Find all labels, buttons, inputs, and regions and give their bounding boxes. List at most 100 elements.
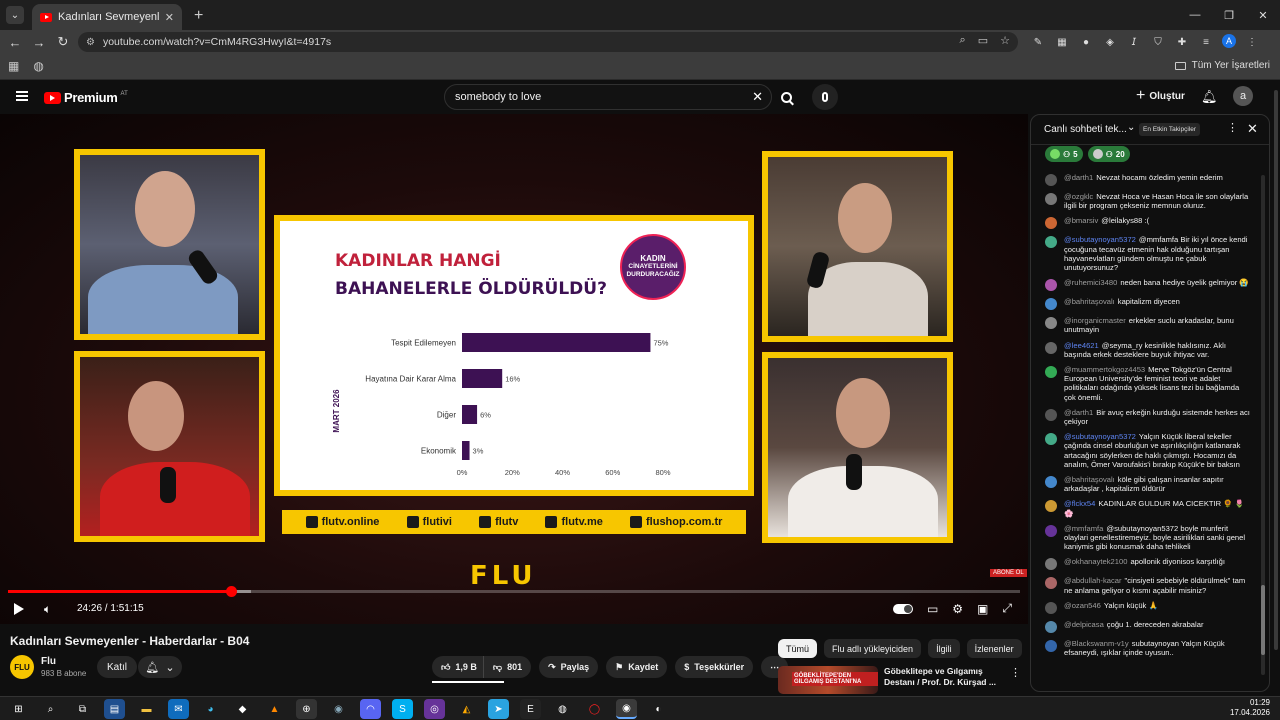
chat-more-icon[interactable]: ⋮ xyxy=(1227,121,1238,134)
taskbar-search-icon[interactable]: ⌕ xyxy=(40,699,61,719)
extension-shield-icon[interactable]: ⛉ xyxy=(1150,34,1166,50)
chat-author-name[interactable]: @delpicasa xyxy=(1064,620,1104,629)
reading-list-icon[interactable]: ≡ xyxy=(1198,34,1214,50)
chrome-icon[interactable]: ◉ xyxy=(616,699,637,719)
app-icon[interactable]: ◆ xyxy=(232,699,253,719)
youtube-logo[interactable]: Premium AT xyxy=(44,90,128,105)
voice-search-button[interactable] xyxy=(812,84,838,110)
chat-author-name[interactable]: @bmarsiv xyxy=(1064,216,1098,225)
steam-icon[interactable]: ◉ xyxy=(328,699,349,719)
chat-author-name[interactable]: @abdullah-kacar xyxy=(1064,576,1122,585)
channel-avatar[interactable]: FLU xyxy=(10,655,34,679)
fullscreen-icon[interactable]: ⤢ xyxy=(1002,601,1012,616)
chip-all[interactable]: Tümü xyxy=(778,639,818,658)
app-icon[interactable]: ◭ xyxy=(456,699,477,719)
chat-author-avatar[interactable] xyxy=(1045,317,1057,330)
forward-icon[interactable]: → xyxy=(27,35,51,50)
chat-author-name[interactable]: @darth1 xyxy=(1064,173,1093,182)
gift-ticker-2[interactable]: ⚇ 20 xyxy=(1087,146,1130,162)
chat-author-name[interactable]: @lee4621 xyxy=(1064,341,1099,350)
recommended-video[interactable]: GÖBEKLİTEPE'DEN GILGAMIŞ DESTANI'NA Göbe… xyxy=(778,664,1021,696)
chat-author-avatar[interactable] xyxy=(1045,639,1057,652)
chat-author-name[interactable]: @flckx54 xyxy=(1064,499,1095,508)
chat-author-name[interactable]: @okhanaytek2100 xyxy=(1064,557,1127,566)
chat-author-avatar[interactable] xyxy=(1045,217,1057,230)
restore-icon[interactable]: ❐ xyxy=(1212,0,1246,30)
browser-menu-icon[interactable]: ⋮ xyxy=(1244,34,1260,50)
extension-box-icon[interactable]: ◈ xyxy=(1102,34,1118,50)
chat-author-name[interactable]: @Blackswanm-v1y xyxy=(1064,639,1129,648)
chat-author-name[interactable]: @inorganicmaster xyxy=(1064,316,1126,325)
omnibox[interactable]: ⚙ youtube.com/watch?v=CmM4RG3HwyI&t=4917… xyxy=(78,32,1018,52)
chat-author-avatar[interactable] xyxy=(1045,298,1057,311)
subscribe-watermark[interactable]: ABONE OL xyxy=(990,569,1027,577)
gift-ticker-1[interactable]: ⚇ 5 xyxy=(1045,146,1083,162)
browser-tab[interactable]: Kadınları Sevmeyenler - Haberdarlar ✕ xyxy=(32,4,182,30)
chat-author-name[interactable]: @muammertokgoz4453 xyxy=(1064,365,1145,374)
opera-icon[interactable]: ◯ xyxy=(584,699,605,719)
extension-italic-icon[interactable]: 𝘐 xyxy=(1126,34,1142,50)
chat-author-avatar[interactable] xyxy=(1045,476,1057,489)
recommended-thumbnail[interactable]: GÖBEKLİTEPE'DEN GILGAMIŞ DESTANI'NA xyxy=(778,666,878,694)
chat-author-name[interactable]: @bahritaşovalı xyxy=(1064,297,1115,306)
new-tab-button[interactable]: + xyxy=(194,7,203,25)
discord-icon[interactable]: ◠ xyxy=(360,699,381,719)
clear-search-icon[interactable]: ✕ xyxy=(752,89,763,105)
search-input[interactable]: somebody to love ✕ xyxy=(444,84,772,110)
like-button[interactable]: 👍︎ 1,9 B xyxy=(432,656,483,678)
chat-author-avatar[interactable] xyxy=(1045,524,1057,537)
autoplay-toggle[interactable] xyxy=(892,603,913,614)
extension-grid-icon[interactable]: ▦ xyxy=(1054,34,1070,50)
app-icon[interactable]: ◎ xyxy=(424,699,445,719)
chip-watched[interactable]: İzlenenler xyxy=(966,639,1022,658)
dislike-button[interactable]: 👎︎ 801 xyxy=(482,656,532,678)
chat-author-avatar[interactable] xyxy=(1045,341,1057,354)
account-avatar[interactable]: a xyxy=(1233,86,1253,106)
create-button[interactable]: + Oluştur xyxy=(1136,88,1185,104)
tab-close-icon[interactable]: ✕ xyxy=(165,11,174,24)
app-icon[interactable]: ⊕ xyxy=(296,699,317,719)
outlook-icon[interactable]: ✉ xyxy=(168,699,189,719)
chat-author-avatar[interactable] xyxy=(1045,577,1057,590)
share-button[interactable]: ↷ Paylaş xyxy=(539,656,599,678)
recommended-more-icon[interactable]: ⋮ xyxy=(1010,666,1021,679)
taskbar-clock[interactable]: 01:29 17.04.2026 xyxy=(1230,698,1270,718)
extension-dot-icon[interactable]: ● xyxy=(1078,34,1094,50)
close-window-icon[interactable]: ✕ xyxy=(1246,0,1280,30)
vlc-icon[interactable]: ▲ xyxy=(264,699,285,719)
volume-icon[interactable]: 🔈︎ xyxy=(44,602,51,617)
chat-author-avatar[interactable] xyxy=(1045,174,1057,186)
windows-start-icon[interactable]: ⊞ xyxy=(8,699,29,719)
task-view-icon[interactable]: ⧉ xyxy=(72,699,93,719)
chat-scroll-thumb[interactable] xyxy=(1261,585,1265,655)
file-explorer-icon[interactable]: ▤ xyxy=(104,699,125,719)
chat-title[interactable]: Canlı sohbeti tek... xyxy=(1044,124,1127,135)
chat-author-name[interactable]: @subutaynoyan5372 xyxy=(1064,432,1136,441)
video-player[interactable]: KADINLAR HANGİ BAHANELERLE ÖLDÜRÜLDÜ? KA… xyxy=(0,114,1028,624)
skype-icon[interactable]: S xyxy=(392,699,413,719)
menu-hamburger-icon[interactable] xyxy=(16,91,28,101)
chat-mode-chevron-icon[interactable]: ⌄ xyxy=(1127,122,1135,133)
recommended-title[interactable]: Göbeklitepe ve Gılgamış Destanı / Prof. … xyxy=(884,666,1004,688)
notifications-bell-icon[interactable]: 🔔︎ xyxy=(1201,89,1218,105)
chip-from-uploader[interactable]: Flu adlı yükleyiciden xyxy=(824,639,922,658)
chat-author-name[interactable]: @ruhemici3480 xyxy=(1064,278,1117,287)
chat-scrollbar[interactable] xyxy=(1261,175,1265,675)
channel-name[interactable]: Flu xyxy=(41,656,56,667)
globe-icon[interactable]: ◍ xyxy=(33,59,43,73)
app-icon[interactable]: ◍ xyxy=(552,699,573,719)
apps-grid-icon[interactable]: ▦ xyxy=(8,59,19,73)
back-icon[interactable]: ← xyxy=(3,35,27,50)
chat-author-name[interactable]: @subutaynoyan5372 xyxy=(1064,235,1136,244)
join-button[interactable]: Katıl xyxy=(97,656,138,678)
chat-author-avatar[interactable] xyxy=(1045,366,1057,379)
subtitles-icon[interactable]: ▭ xyxy=(927,602,938,616)
page-scrollbar[interactable] xyxy=(1272,80,1280,696)
folder-icon[interactable]: ▬ xyxy=(136,699,157,719)
chat-author-avatar[interactable] xyxy=(1045,433,1057,446)
settings-gear-icon[interactable]: ⚙ xyxy=(952,602,963,616)
app-icon[interactable]: ◐ xyxy=(648,699,669,719)
thanks-button[interactable]: $ Teşekkürler xyxy=(675,656,754,678)
zoom-icon[interactable]: ⌕ xyxy=(960,34,966,47)
extension-pen-icon[interactable]: ✎ xyxy=(1030,34,1046,50)
